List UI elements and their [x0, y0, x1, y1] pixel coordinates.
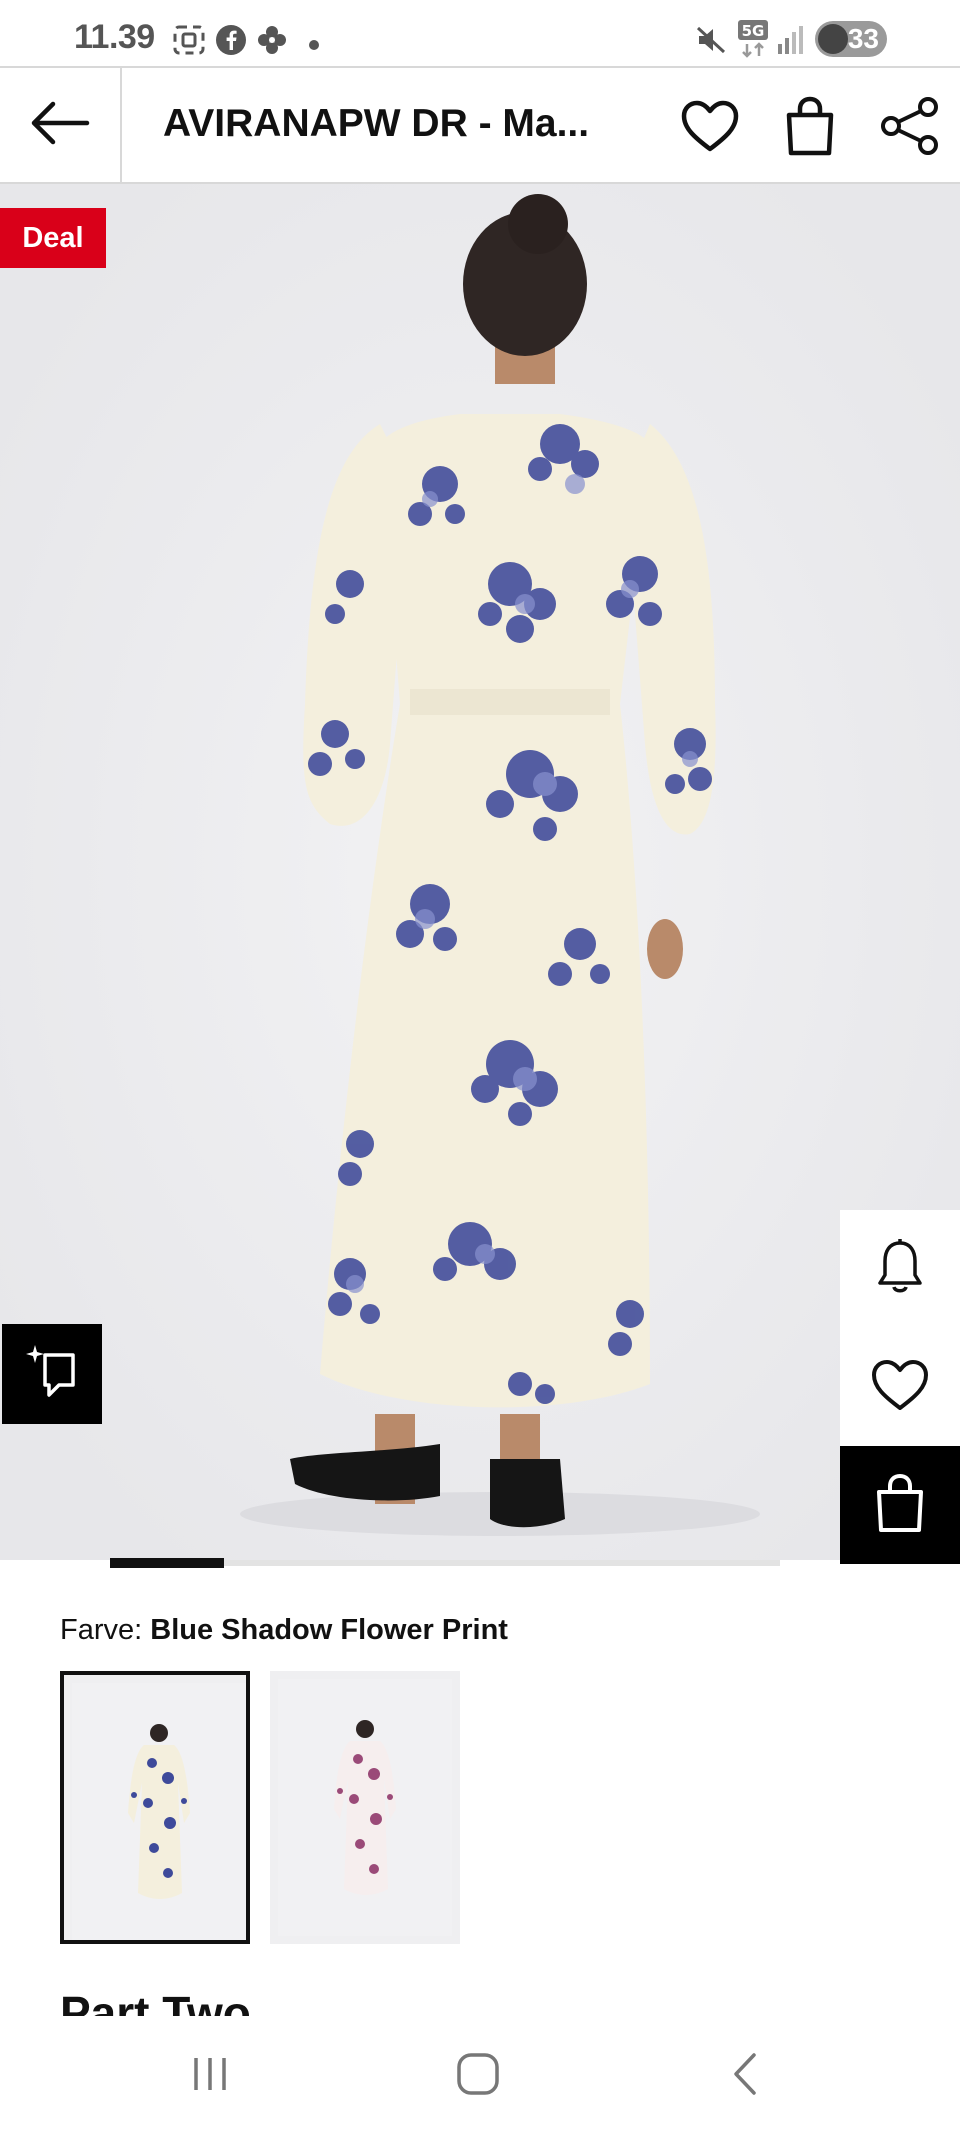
carousel-active-segment [110, 1558, 224, 1568]
system-nav-bar [0, 2016, 960, 2133]
back-arrow-icon [29, 100, 91, 151]
carousel-indicator [110, 1558, 780, 1568]
product-image[interactable]: Deal [0, 184, 960, 1560]
home-button[interactable] [448, 2046, 508, 2106]
home-icon [455, 2051, 501, 2102]
heart-icon [870, 1358, 930, 1417]
price-alert-button[interactable] [840, 1210, 960, 1328]
color-value: Blue Shadow Flower Print [150, 1614, 508, 1646]
share-icon [879, 95, 941, 162]
swatch-thumbnail [72, 1683, 246, 1940]
charging-icon [818, 24, 848, 54]
wishlist-button[interactable] [680, 98, 740, 158]
bag-icon [784, 95, 836, 162]
add-to-bag-button[interactable] [840, 1446, 960, 1564]
color-label-prefix: Farve: [60, 1614, 143, 1646]
dot-icon [309, 37, 319, 55]
pinwheel-icon [256, 24, 288, 61]
share-button[interactable] [880, 96, 940, 158]
back-button[interactable] [0, 68, 122, 182]
ai-assistant-button[interactable] [2, 1324, 102, 1424]
chevron-left-icon [726, 2051, 766, 2102]
dress-photo [0, 184, 960, 1560]
sparkle-chat-icon [21, 1341, 83, 1408]
bag-icon [874, 1472, 926, 1539]
color-swatch-blue-shadow[interactable] [60, 1671, 250, 1944]
side-wishlist-button[interactable] [840, 1328, 960, 1446]
color-label: Farve: Blue Shadow Flower Print [60, 1614, 508, 1647]
page-title: AVIRANAPW DR - Ma... [163, 102, 590, 145]
network-label: 5G [742, 22, 765, 40]
bell-icon [875, 1237, 925, 1302]
heart-icon [680, 99, 740, 158]
facebook-icon [215, 24, 247, 61]
signal-icon [778, 24, 806, 59]
system-back-button[interactable] [716, 2046, 776, 2106]
swatch-thumbnail [278, 1679, 452, 1936]
section-heading: Part Two [60, 1987, 251, 2016]
battery-indicator: 33 [815, 21, 887, 57]
network-icon: 5G [738, 20, 770, 65]
status-bar: 11.39 5G 33 [0, 0, 960, 66]
recent-apps-icon [188, 2054, 232, 2099]
product-header: AVIRANAPW DR - Ma... [0, 66, 960, 184]
battery-level: 33 [847, 23, 879, 54]
floating-actions [840, 1210, 960, 1564]
deal-badge: Deal [0, 208, 106, 268]
recent-apps-button[interactable] [180, 2046, 240, 2106]
cart-button[interactable] [780, 96, 840, 158]
color-swatch-pink-flower[interactable] [270, 1671, 460, 1944]
mute-icon [695, 24, 727, 61]
screenshot-icon [172, 24, 206, 61]
status-time: 11.39 [74, 18, 155, 56]
